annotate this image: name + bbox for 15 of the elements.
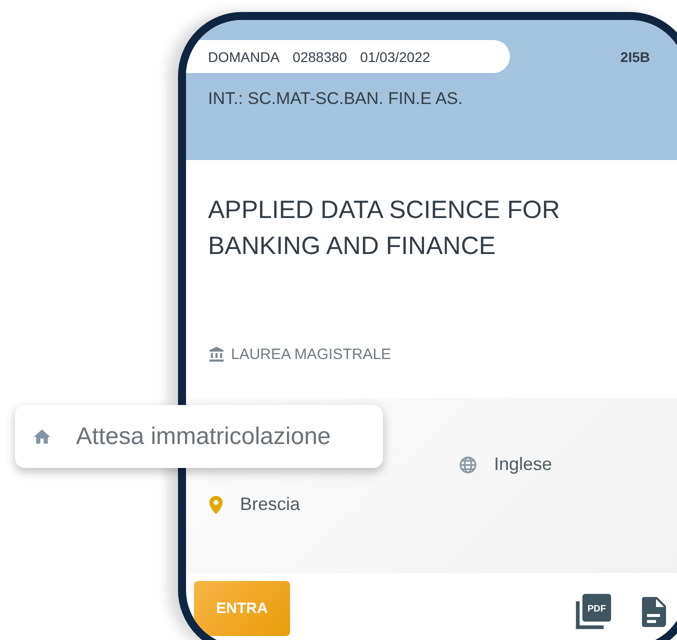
interest-text: INT.: SC.MAT-SC.BAN. FIN.E AS. (207, 89, 464, 109)
language-text: Inglese (494, 454, 552, 475)
status-text: Attesa immatricolazione (76, 422, 331, 450)
degree-type: LAUREA MAGISTRALE (231, 346, 392, 363)
application-date: 01/03/2022 (360, 48, 430, 64)
document-icon[interactable] (642, 596, 666, 626)
home-icon (32, 426, 52, 446)
location-text: Brescia (240, 494, 300, 515)
application-number: 0288380 (292, 48, 348, 64)
globe-icon (458, 454, 478, 474)
pdf-label: PDF (587, 604, 606, 614)
course-code: 2I5B (620, 48, 650, 64)
application-label: DOMANDA (208, 48, 280, 64)
bank-icon (208, 346, 225, 363)
course-title: APPLIED DATA SCIENCE FOR BANKING AND FINANCE (208, 195, 561, 262)
